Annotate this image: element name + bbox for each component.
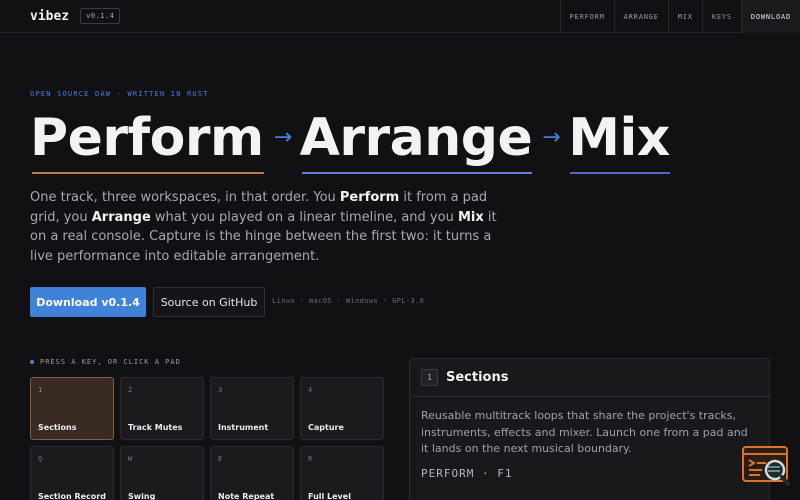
hero-description: One track, three workspaces, in that ord…	[30, 188, 500, 266]
card-description: Reusable multitrack loops that share the…	[421, 409, 748, 455]
pad-sections[interactable]: 1 Sections	[30, 377, 114, 440]
version-badge: v0.1.4	[80, 8, 121, 24]
pad-track-mutes[interactable]: 2 Track Mutes	[120, 377, 204, 440]
arrow-right-icon: →	[542, 125, 561, 150]
pad-key: Q	[38, 455, 43, 463]
arrow-right-icon: →	[273, 125, 292, 150]
top-nav-bar: vibez v0.1.4 PERFORM ARRANGE MIX KEYS DO…	[0, 0, 800, 33]
card-title: Sections	[446, 370, 509, 385]
pad-note-repeat[interactable]: E Note Repeat	[210, 446, 294, 500]
card-number-badge: 1	[421, 369, 438, 386]
hero-headline: Perform → Arrange → Mix	[30, 108, 670, 174]
pad-hint-text: PRESS A KEY, OR CLICK A PAD	[40, 358, 181, 366]
card-header: 1 Sections	[410, 359, 769, 397]
pad-label: Capture	[308, 423, 344, 432]
main-nav: PERFORM ARRANGE MIX KEYS DOWNLOAD	[559, 0, 800, 33]
pad-key: E	[218, 455, 223, 463]
nav-keys[interactable]: KEYS	[701, 0, 741, 33]
pad-key: R	[308, 455, 313, 463]
pad-key: 1	[38, 386, 43, 394]
terminal-search-icon[interactable]	[742, 446, 790, 488]
headline-word-text: Mix	[568, 108, 670, 168]
lead-emphasis-mix: Mix	[457, 209, 484, 225]
lead-emphasis-perform: Perform	[339, 190, 400, 205]
underline-arrange	[301, 172, 533, 174]
pad-swing[interactable]: W Swing	[120, 446, 204, 500]
pad-key: 2	[128, 386, 133, 394]
headline-word-mix: Mix	[568, 108, 670, 174]
headline-word-perform: Perform	[30, 108, 264, 174]
hint-dot-icon	[30, 360, 34, 364]
headline-word-arrange: Arrange	[299, 108, 533, 174]
pad-section-record[interactable]: Q Section Record	[30, 446, 114, 500]
pad-key: 3	[218, 386, 223, 394]
pad-full-level[interactable]: R Full Level	[300, 446, 384, 500]
headline-word-text: Perform	[30, 108, 264, 168]
pad-label: Instrument	[218, 423, 269, 432]
pad-label: Track Mutes	[128, 423, 183, 432]
pad-label: Section Record	[38, 492, 106, 500]
lead-text: One track, three workspaces, in that ord…	[30, 190, 340, 205]
underline-perform	[32, 172, 264, 174]
nav-mix[interactable]: MIX	[667, 0, 702, 33]
lead-emphasis-arrange: Arrange	[91, 209, 151, 225]
pad-label: Full Level	[308, 492, 351, 500]
pad-key: 4	[308, 386, 313, 394]
pad-key: W	[128, 455, 133, 463]
lead-text: what you played on a linear timeline, an…	[150, 209, 458, 225]
pad-detail-card: 1 Sections Reusable multitrack loops tha…	[409, 358, 770, 500]
nav-download[interactable]: DOWNLOAD	[740, 0, 800, 33]
pad-instrument[interactable]: 3 Instrument	[210, 377, 294, 440]
download-button[interactable]: Download v0.1.4	[30, 287, 146, 317]
pad-label: Sections	[38, 423, 77, 432]
hero-eyebrow: OPEN SOURCE DAW · WRITTEN IN RUST	[30, 90, 209, 98]
brand[interactable]: vibez v0.1.4	[30, 8, 121, 24]
card-shortcut: PERFORM · F1	[421, 466, 513, 480]
github-source-button[interactable]: Source on GitHub	[153, 287, 265, 317]
underline-mix	[570, 172, 670, 174]
platform-list: Linux · macOS · Windows · GPL-3.0	[272, 297, 425, 305]
pad-label: Swing	[128, 492, 156, 500]
pad-hint: PRESS A KEY, OR CLICK A PAD	[30, 358, 181, 366]
headline-word-text: Arrange	[299, 108, 533, 168]
nav-perform[interactable]: PERFORM	[559, 0, 614, 33]
nav-arrange[interactable]: ARRANGE	[613, 0, 668, 33]
pad-label: Note Repeat	[218, 492, 275, 500]
pad-capture[interactable]: 4 Capture	[300, 377, 384, 440]
app-logo-text[interactable]: vibez	[30, 9, 69, 24]
